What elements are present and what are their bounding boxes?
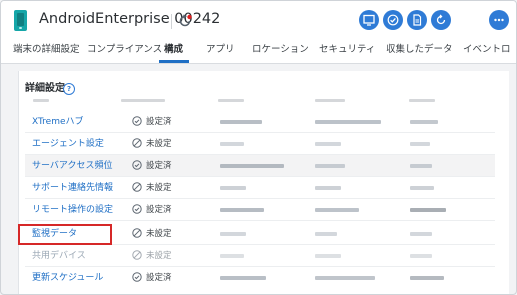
screen-icon: [363, 14, 375, 26]
column-header: [315, 99, 345, 102]
highlight-box: [18, 224, 112, 245]
redacted-value: [315, 254, 341, 258]
tab-bar: 端末の詳細設定 コンプライアンス 構成 アプリ ロケーション セキュリティ 収集…: [1, 38, 516, 64]
redacted-value: [410, 232, 432, 236]
redacted-value: [315, 120, 381, 124]
help-icon[interactable]: ?: [63, 83, 75, 95]
setting-link[interactable]: XTremeハブ: [32, 116, 84, 128]
tab-location[interactable]: ロケーション: [252, 44, 309, 56]
refresh-action-button[interactable]: [431, 10, 451, 30]
status-text: 設定済: [146, 205, 172, 215]
document-icon: [413, 14, 422, 26]
row-divider: [25, 220, 495, 221]
check-circle-icon: [132, 116, 142, 126]
setting-link[interactable]: サポート連絡先情報: [32, 182, 113, 194]
redacted-value: [410, 254, 432, 258]
header: AndroidEnterprise 00242: [1, 1, 516, 38]
not-set-icon: [132, 182, 142, 192]
check-circle-icon: [132, 204, 142, 214]
document-action-button[interactable]: [407, 10, 427, 30]
screen-action-button[interactable]: [359, 10, 379, 30]
tab-configuration[interactable]: 構成: [164, 44, 183, 56]
setting-link[interactable]: エージェント設定: [32, 138, 104, 150]
column-header: [218, 99, 244, 102]
table-header: [25, 97, 495, 107]
redacted-value: [410, 276, 444, 280]
not-set-icon: [132, 250, 142, 260]
tab-device-details[interactable]: 端末の詳細設定: [13, 44, 80, 56]
header-divider: [171, 14, 172, 29]
column-header: [33, 99, 49, 102]
redacted-value: [410, 186, 434, 190]
android-device-icon: [14, 10, 27, 31]
setting-link-disabled: 共用デバイス: [32, 251, 86, 261]
redacted-value: [315, 142, 341, 146]
column-header: [121, 99, 165, 102]
check-icon: [387, 14, 399, 26]
redacted-value: [220, 186, 246, 190]
redacted-value: [410, 120, 438, 124]
redacted-value: [220, 164, 284, 168]
redacted-value: [220, 120, 262, 124]
redacted-value: [220, 142, 244, 146]
window-frame: AndroidEnterprise 00242 端末の詳細設定 コンプライアンス…: [0, 0, 517, 295]
table-row: エージェント設定 未設定: [25, 133, 495, 155]
status-text: 未設定: [146, 183, 172, 193]
table-row: サーバアクセス頻位 設定済: [25, 155, 495, 177]
tab-apps[interactable]: アプリ: [206, 44, 235, 56]
check-circle-icon: [132, 160, 142, 170]
status-text: 未設定: [146, 251, 172, 261]
table-row: 共用デバイス 未設定: [25, 245, 495, 267]
column-header: [409, 99, 435, 102]
section-title: 詳細設定: [25, 83, 65, 94]
more-icon: [494, 18, 504, 22]
table-row: 更新スケジュール 設定済: [25, 267, 495, 289]
not-set-icon: [132, 138, 142, 148]
not-set-icon: [132, 228, 142, 238]
tab-compliance[interactable]: コンプライアンス: [87, 44, 162, 56]
tab-event-log[interactable]: イベントロ: [463, 44, 511, 56]
redacted-value: [220, 276, 266, 280]
status-text: 設定済: [146, 273, 172, 283]
setting-link[interactable]: リモート操作の設定: [32, 204, 113, 216]
page-title: AndroidEnterprise 00242: [39, 11, 221, 27]
status-text: 未設定: [146, 229, 172, 239]
redacted-value: [315, 208, 359, 212]
status-text: 未設定: [146, 139, 172, 149]
table-row: XTremeハブ 設定済: [25, 111, 495, 133]
redacted-value: [220, 232, 246, 236]
redacted-value: [220, 208, 264, 212]
tab-collected-data[interactable]: 収集したデータ: [386, 44, 453, 56]
redacted-value: [410, 164, 432, 168]
setting-link[interactable]: サーバアクセス頻位: [32, 160, 112, 172]
sync-status-icon[interactable]: [177, 13, 193, 29]
tab-security[interactable]: セキュリティ: [319, 44, 375, 56]
active-tab-indicator: [159, 60, 189, 63]
redacted-value: [220, 254, 244, 258]
table-row: リモート操作の設定 設定済: [25, 199, 495, 221]
redacted-value: [315, 232, 337, 236]
redacted-value: [315, 186, 341, 190]
more-action-button[interactable]: [489, 10, 509, 30]
redacted-value: [410, 208, 446, 212]
check-action-button[interactable]: [383, 10, 403, 30]
redacted-value: [410, 142, 430, 146]
check-circle-icon: [132, 272, 142, 282]
redacted-value: [315, 276, 375, 280]
status-text: 設定済: [146, 117, 172, 127]
table-row: サポート連絡先情報 未設定: [25, 177, 495, 199]
redacted-value: [315, 164, 345, 168]
refresh-icon: [436, 14, 446, 25]
setting-link[interactable]: 更新スケジュール: [32, 272, 103, 284]
status-text: 設定済: [146, 161, 172, 171]
